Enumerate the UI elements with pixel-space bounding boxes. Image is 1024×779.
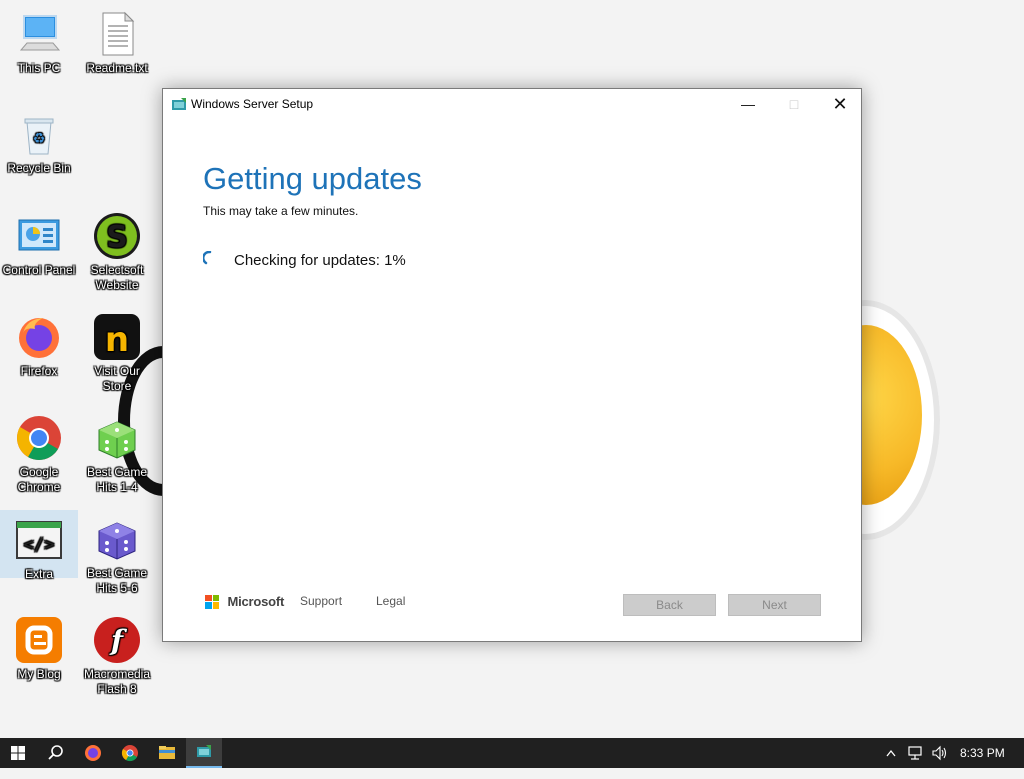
microsoft-logo-icon [205, 594, 219, 609]
svg-text:♻: ♻ [33, 131, 46, 147]
text-file-icon [93, 10, 141, 58]
window-title: Windows Server Setup [191, 97, 314, 111]
svg-text:S: S [106, 220, 128, 255]
desktop-icon-macromedia-flash[interactable]: f Macromedia Flash 8 [78, 610, 156, 697]
desktop-icon-control-panel[interactable]: Control Panel [0, 206, 78, 278]
taskbar: 8:33 PM [0, 738, 1024, 768]
loading-spinner-icon [202, 250, 217, 265]
taskbar-windows-server-setup[interactable] [186, 738, 222, 768]
code-window-icon: </> [15, 516, 63, 564]
update-status-text: Checking for updates: 1% [234, 252, 406, 269]
taskbar-clock[interactable]: 8:33 PM [960, 738, 1005, 768]
windows-logo-icon [11, 746, 25, 760]
setup-app-icon [197, 745, 211, 757]
start-button[interactable] [0, 738, 36, 768]
svg-text:n: n [105, 320, 129, 360]
purple-dice-icon [93, 515, 141, 563]
setup-window: Windows Server Setup — □ ✕ Getting updat… [162, 88, 862, 642]
chrome-icon [15, 414, 63, 462]
recycle-bin-icon: ♻ [15, 110, 63, 158]
desktop-icon-firefox[interactable]: Firefox [0, 307, 78, 379]
folder-icon [159, 746, 175, 759]
microsoft-logo: Microsoft [205, 593, 284, 611]
search-button[interactable] [37, 738, 73, 768]
maximize-button[interactable]: □ [771, 89, 817, 119]
back-button[interactable]: Back [623, 594, 716, 616]
control-panel-icon [15, 212, 63, 260]
taskbar-file-explorer[interactable] [149, 738, 185, 768]
desktop-icon-visit-our-store[interactable]: n Visit Our Store [78, 307, 156, 394]
microsoft-wordmark: Microsoft [227, 594, 285, 610]
title-bar[interactable]: Windows Server Setup — □ ✕ [163, 89, 861, 119]
next-button[interactable]: Next [728, 594, 821, 616]
chrome-icon [121, 745, 138, 762]
close-button[interactable]: ✕ [817, 89, 863, 119]
volume-icon[interactable] [930, 738, 950, 768]
minimize-button[interactable]: — [725, 89, 771, 119]
green-dice-icon [93, 414, 141, 462]
network-icon[interactable] [906, 738, 924, 768]
computer-icon [15, 10, 63, 58]
desktop-icon-best-game-hits-1-4[interactable]: Best Game Hits 1-4 [78, 408, 156, 495]
blogger-icon [15, 616, 63, 664]
support-link[interactable]: Support [300, 594, 342, 608]
page-subheading: This may take a few minutes. [203, 204, 359, 218]
page-heading: Getting updates [203, 161, 422, 196]
store-logo-icon: n [93, 313, 141, 361]
firefox-icon [85, 745, 101, 761]
taskbar-chrome[interactable] [112, 738, 148, 768]
selectsoft-logo-icon: S [93, 212, 141, 260]
flash-icon: f [93, 616, 141, 664]
firefox-icon [15, 313, 63, 361]
setup-app-icon [172, 97, 186, 110]
desktop-icon-selectsoft-website[interactable]: S Selectsoft Website [78, 206, 156, 293]
search-icon [48, 745, 63, 760]
taskbar-firefox[interactable] [75, 738, 111, 768]
desktop-icon-best-game-hits-5-6[interactable]: Best Game Hits 5-6 [78, 509, 156, 596]
desktop-icon-readme[interactable]: Readme.txt [78, 4, 156, 76]
desktop-icon-this-pc[interactable]: This PC [0, 4, 78, 76]
desktop-icon-google-chrome[interactable]: Google Chrome [0, 408, 78, 495]
show-hidden-icons-chevron-up-icon[interactable] [884, 738, 898, 768]
svg-text:</>: </> [24, 535, 55, 555]
legal-link[interactable]: Legal [376, 594, 405, 608]
desktop-icon-my-blog[interactable]: My Blog [0, 610, 78, 682]
desktop-icon-recycle-bin[interactable]: ♻ Recycle Bin [0, 104, 78, 176]
desktop-icon-extra[interactable]: </> Extra [0, 510, 78, 581]
